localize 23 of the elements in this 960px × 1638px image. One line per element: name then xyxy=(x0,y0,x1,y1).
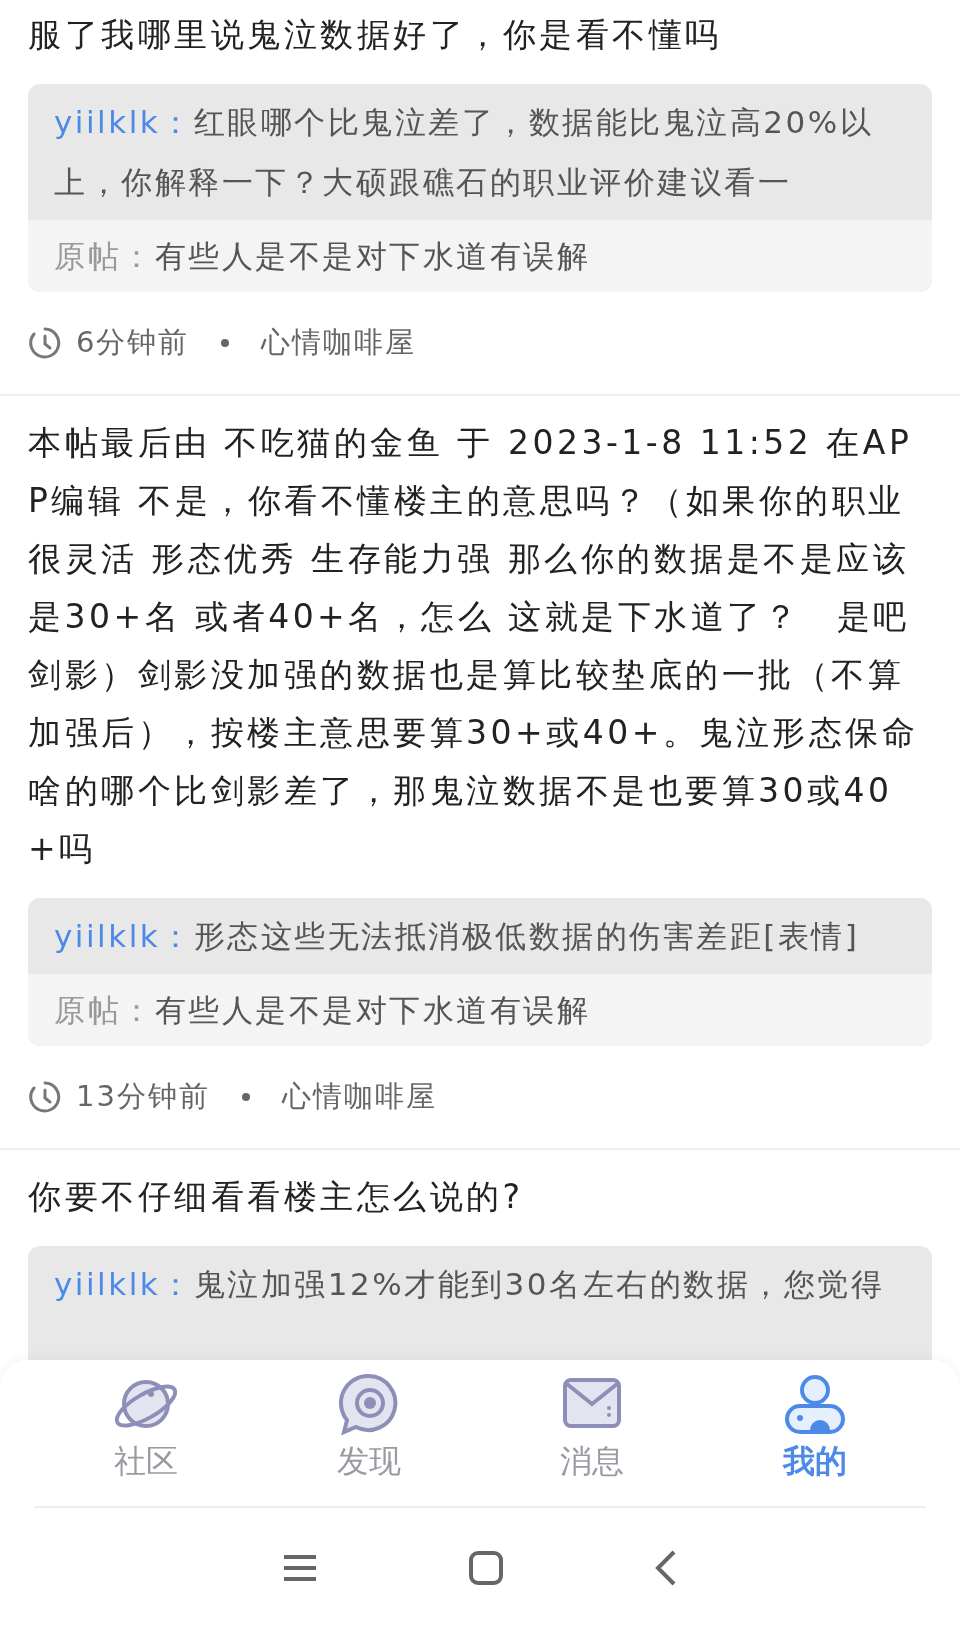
tab[interactable]: 我的 xyxy=(703,1372,926,1484)
quote-text: yiilklk：红眼哪个比鬼泣差了，数据能比鬼泣高20%以上，你解释一下？大硕跟礁石的职业评价建议看一 xyxy=(53,103,875,202)
post-text: 本帖最后由 不吃猫的金鱼 于 2023-1-8 11:52 在APP编辑 不是，你看不懂楼主的意思吗？（如果你的职业很灵活 形态优秀 生存能力强 那么你的数据是不是应该是30+名 或者40+名，怎么 这就是下水道了？ 是吧剑影）剑影没加强的数据也是算比较垫底的一批（不算加强后），按楼主意思要算30+或40+。鬼泣形态保命啥的哪个比剑影差了，那鬼泣数据不是也要算30或40+吗 xyxy=(28,422,920,870)
home-icon[interactable] xyxy=(468,1550,504,1586)
forum-link[interactable]: 心情咖啡屋 xyxy=(281,1077,437,1117)
forum-link[interactable]: 心情咖啡屋 xyxy=(261,323,417,363)
post-text: 你要不仔细看看楼主怎么说的? xyxy=(28,1176,525,1218)
clock-icon xyxy=(28,326,62,360)
post-text: 服了我哪里说鬼泣数据好了，你是看不懂吗 xyxy=(28,14,723,56)
separator-dot xyxy=(241,1093,250,1101)
back-icon[interactable] xyxy=(654,1549,678,1587)
tab[interactable]: 消息 xyxy=(480,1372,703,1484)
original-post-text: 原帖：有些人是不是对下水道有误解 xyxy=(28,220,932,292)
menu-icon[interactable] xyxy=(282,1553,318,1583)
original-post-text: 原帖：有些人是不是对下水道有误解 xyxy=(28,974,932,1046)
separator-dot xyxy=(221,339,230,347)
post-time: 13分钟前 xyxy=(76,1078,210,1115)
quote-text: yiilklk：鬼泣加强12%才能到30名左右的数据，您觉得 xyxy=(53,1265,886,1304)
tab[interactable]: 社区 xyxy=(34,1372,257,1484)
clock-icon xyxy=(28,1080,62,1114)
tab[interactable]: 发现 xyxy=(257,1372,480,1484)
quote-text: yiilklk：形态这些无法抵消极低数据的伤害差距[表情] xyxy=(53,917,861,956)
post-time: 6分钟前 xyxy=(76,324,190,361)
